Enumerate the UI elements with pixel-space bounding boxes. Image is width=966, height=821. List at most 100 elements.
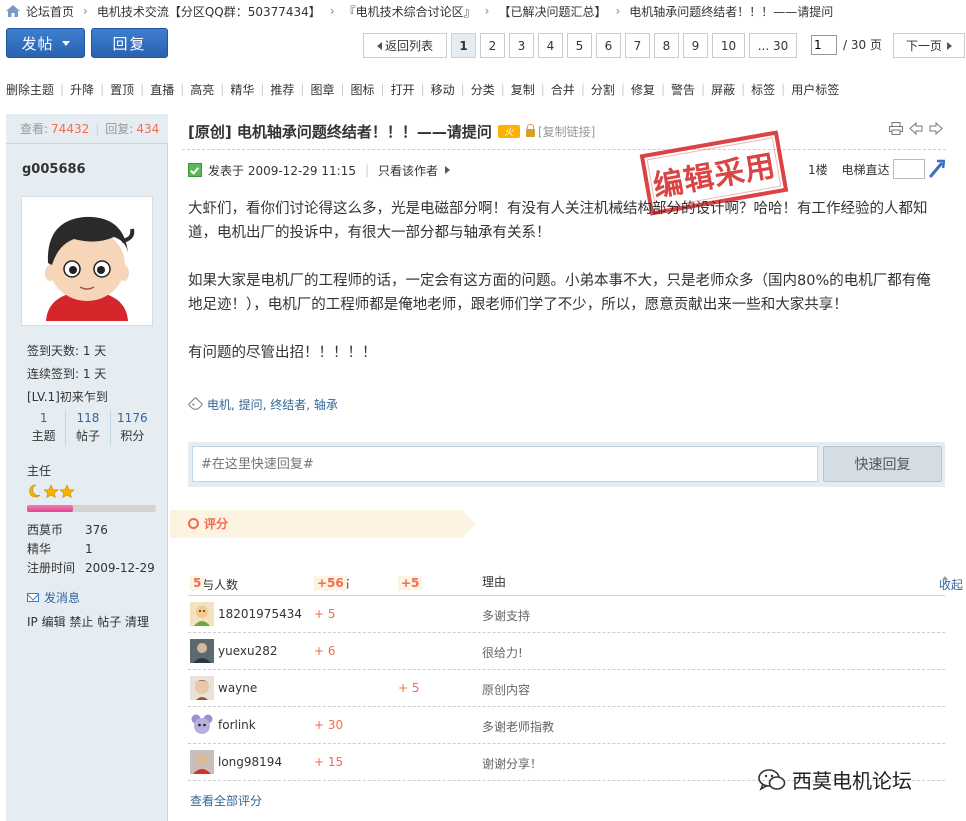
moderation-item[interactable]: 打开 xyxy=(391,81,415,98)
post-paragraph: 如果大家是电机厂的工程师的话，一定会有这方面的问题。小弟本事不大，只是老师众多（… xyxy=(188,273,931,313)
moderation-item[interactable]: 标签 xyxy=(751,81,775,98)
wechat-icon xyxy=(758,768,786,791)
page-3[interactable]: 3 xyxy=(509,33,534,58)
page-jump-input[interactable] xyxy=(811,35,837,55)
breadcrumb-forum[interactable]: 电机技术交流【分区QQ群：50377434】 xyxy=(97,3,321,20)
stats-divider: | xyxy=(95,121,100,136)
breadcrumb-thread[interactable]: 电机轴承问题终结者！！！——请提问 xyxy=(629,3,833,20)
moderation-item[interactable]: 精华 xyxy=(230,81,254,98)
moderation-item[interactable]: 屏蔽 xyxy=(711,81,735,98)
quick-reply-button[interactable]: 快速回复 xyxy=(823,446,942,482)
avatar[interactable] xyxy=(190,602,214,626)
toolbar-divider: | xyxy=(741,82,746,96)
page-5[interactable]: 5 xyxy=(567,33,592,58)
replies-count: 434 xyxy=(136,121,160,136)
moderation-item[interactable]: 用户标签 xyxy=(791,81,839,98)
moderation-item[interactable]: 置顶 xyxy=(110,81,134,98)
breadcrumb-home[interactable]: 论坛首页 xyxy=(26,3,74,20)
moderation-item[interactable]: 分割 xyxy=(591,81,615,98)
page-6[interactable]: 6 xyxy=(596,33,621,58)
rank-stars xyxy=(27,484,75,498)
count-threads[interactable]: 1 主题 xyxy=(22,411,67,445)
avatar[interactable] xyxy=(21,196,153,326)
tag-links[interactable]: 电机, 提问, 终结者, 轴承 xyxy=(207,396,338,413)
print-icon[interactable] xyxy=(889,122,903,135)
lock-icon xyxy=(525,124,535,137)
rater-name[interactable]: 18201975434 xyxy=(218,607,302,621)
moderation-item[interactable]: 高亮 xyxy=(190,81,214,98)
rater-coin: + 30 xyxy=(314,718,344,732)
send-message-link[interactable]: 发消息 xyxy=(27,589,80,606)
breadcrumb-separator: › xyxy=(83,4,88,18)
page-8[interactable]: 8 xyxy=(654,33,679,58)
avatar[interactable] xyxy=(190,713,214,737)
breadcrumb-separator: › xyxy=(484,4,490,18)
rating-label: 评分 xyxy=(188,515,228,532)
next-page-button[interactable]: 下一页 xyxy=(893,33,965,58)
home-icon[interactable] xyxy=(6,5,20,17)
post-title-row: [原创] 电机轴承问题终结者！！！——请提问 火 [复制链接] xyxy=(188,120,595,142)
page-last[interactable]: ... 30 xyxy=(749,33,797,58)
page-9[interactable]: 9 xyxy=(683,33,708,58)
moderation-item[interactable]: 直播 xyxy=(150,81,174,98)
breadcrumb-subforum[interactable]: 『电机技术综合讨论区』 xyxy=(344,3,476,20)
count-value: 1 xyxy=(39,411,48,425)
moderation-item[interactable]: 移动 xyxy=(431,81,455,98)
moderation-item[interactable]: 图章 xyxy=(310,81,334,98)
rater-name[interactable]: forlink xyxy=(218,718,256,732)
moderation-item[interactable]: 复制 xyxy=(511,81,535,98)
count-posts[interactable]: 118 帖子 xyxy=(66,411,111,445)
watermark: 西莫电机论坛 xyxy=(758,765,912,794)
new-post-button[interactable]: 发帖 xyxy=(6,28,85,58)
meta-divider: | xyxy=(364,163,369,177)
page-1[interactable]: 1 xyxy=(451,33,476,58)
toolbar-divider: | xyxy=(380,82,385,96)
rater-name[interactable]: wayne xyxy=(218,681,257,695)
toolbar-divider: | xyxy=(140,82,145,96)
rater-name[interactable]: long98194 xyxy=(218,755,282,769)
rater-name[interactable]: yuexu282 xyxy=(218,644,278,658)
go-icon[interactable] xyxy=(929,158,945,178)
page-7[interactable]: 7 xyxy=(625,33,650,58)
moderation-item[interactable]: 删除主题 xyxy=(6,81,54,98)
breadcrumb-category[interactable]: 【已解决问题汇总】 xyxy=(498,3,606,20)
avatar[interactable] xyxy=(190,676,214,700)
reply-button[interactable]: 回复 xyxy=(91,28,168,58)
next-thread-icon[interactable] xyxy=(929,122,943,135)
avatar[interactable] xyxy=(190,750,214,774)
page-title: [原创] 电机轴承问题终结者！！！——请提问 xyxy=(188,122,492,141)
admin-actions[interactable]: IP 编辑 禁止 帖子 清理 xyxy=(27,613,149,630)
page-10[interactable]: 10 xyxy=(712,33,745,58)
rating-header: 参与人数 5 西莫币 +56 贡献 +5 理由 收起 xyxy=(188,570,963,596)
divider xyxy=(182,149,946,150)
count-points[interactable]: 1176 积分 xyxy=(111,411,154,445)
back-to-list-button[interactable]: 返回列表 xyxy=(363,33,447,58)
copy-link[interactable]: [复制链接] xyxy=(538,123,595,140)
quick-reply-input[interactable] xyxy=(192,446,818,482)
moderation-item[interactable]: 修复 xyxy=(631,81,655,98)
field-key: 注册时间 xyxy=(27,561,76,575)
moderation-item[interactable]: 升降 xyxy=(70,81,94,98)
moderation-item[interactable]: 合并 xyxy=(551,81,575,98)
avatar[interactable] xyxy=(190,639,214,663)
only-author-link[interactable]: 只看该作者 xyxy=(378,162,438,179)
moderation-item[interactable]: 推荐 xyxy=(270,81,294,98)
post-body: 大虾们，看你们讨论得这么多，光是电磁部分啊！有没有人关注机械结构部分的设计啊？哈… xyxy=(188,197,944,389)
coin-total: +56 xyxy=(314,576,347,590)
user-level[interactable]: [LV.1]初来乍到 xyxy=(27,388,108,405)
avatar-image xyxy=(26,201,148,321)
author-counts: 1 主题 118 帖子 1176 积分 xyxy=(22,411,154,445)
page-2[interactable]: 2 xyxy=(480,33,505,58)
moderation-item[interactable]: 分类 xyxy=(471,81,495,98)
moderation-item[interactable]: 图标 xyxy=(351,81,375,98)
prev-thread-icon[interactable] xyxy=(909,122,923,135)
view-all-ratings-link[interactable]: 查看全部评分 xyxy=(190,792,262,809)
author-username[interactable]: g005686 xyxy=(22,162,86,177)
checkin-streak: 连续签到: 1 天 xyxy=(27,367,107,381)
elevator-input[interactable] xyxy=(893,159,925,179)
field-value: 376 xyxy=(85,523,108,537)
rater-reason: 多谢老师指教 xyxy=(482,720,555,734)
moderation-item[interactable]: 警告 xyxy=(671,81,695,98)
page-4[interactable]: 4 xyxy=(538,33,563,58)
toolbar-divider: | xyxy=(500,82,505,96)
